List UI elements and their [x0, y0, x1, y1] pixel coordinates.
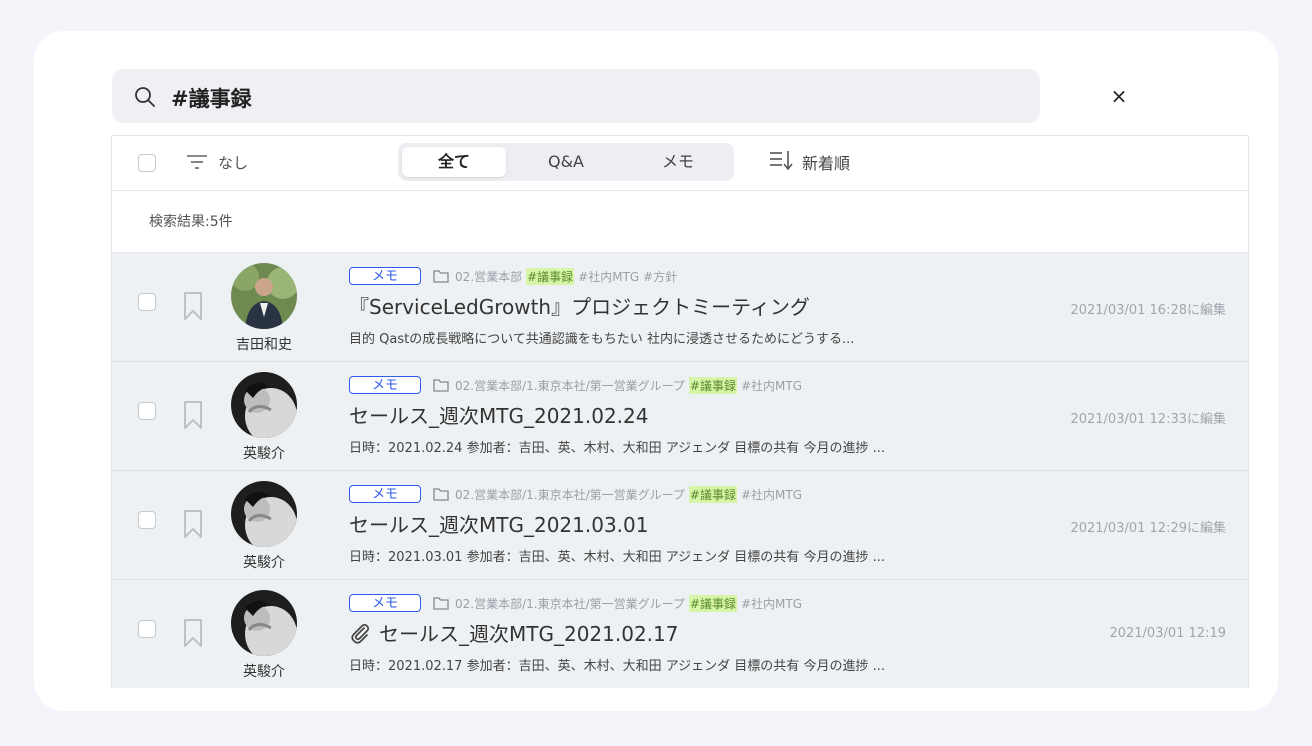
sort-order-label[interactable]: 新着順 — [802, 150, 850, 174]
item-title[interactable]: セールス_週次MTG_2021.02.24 — [349, 400, 648, 429]
tags[interactable]: #社内MTG — [741, 595, 802, 612]
folder-icon — [433, 597, 449, 610]
item-title[interactable]: セールス_週次MTG_2021.02.17 — [349, 618, 678, 647]
author-name: 英駿介 — [243, 664, 285, 680]
folder-icon — [433, 488, 449, 501]
search-bar[interactable]: #議事録 × — [112, 69, 1127, 123]
edited-date: 2021/03/01 12:29に編集 — [1070, 521, 1226, 536]
results-toolbar: なし 全て Q&A メモ 新着順 — [112, 136, 1248, 191]
row-checkbox[interactable] — [138, 511, 156, 529]
tab-memo[interactable]: メモ — [626, 147, 730, 177]
folder-icon — [433, 379, 449, 392]
item-excerpt: 日時：2021.03.01 参加者：吉田、英、木村、大和田 アジェンダ 目標の共… — [349, 550, 885, 565]
item-meta: メモ 02.営業本部 #議事録 #社内MTG #方針 — [349, 266, 677, 286]
select-all-checkbox[interactable] — [138, 154, 156, 172]
attachment-icon — [351, 623, 370, 644]
item-title[interactable]: セールス_週次MTG_2021.03.01 — [349, 509, 648, 538]
edited-date: 2021/03/01 12:19 — [1109, 626, 1226, 641]
item-excerpt: 目的 Qastの成長戦略について共通認識をもちたい 社内に浸透させるためにどうす… — [349, 332, 855, 347]
avatar — [231, 481, 297, 547]
filter-icon[interactable] — [185, 152, 209, 172]
item-title-text[interactable]: セールス_週次MTG_2021.02.17 — [379, 618, 678, 647]
folder-path[interactable]: 02.営業本部 — [455, 268, 522, 285]
author-name: 吉田和史 — [236, 337, 292, 353]
search-input[interactable]: #議事録 — [171, 83, 252, 113]
search-icon — [135, 87, 155, 107]
result-row[interactable]: 英駿介 メモ 02.営業本部/1.東京本社/第一営業グループ #議事録 #社内M… — [112, 580, 1248, 688]
results-panel: なし 全て Q&A メモ 新着順 検索結果:5件 吉田和史 メモ 02.営業本部… — [111, 135, 1249, 688]
item-meta: メモ 02.営業本部/1.東京本社/第一営業グループ #議事録 #社内MTG — [349, 593, 802, 613]
tab-qa[interactable]: Q&A — [514, 147, 618, 177]
bookmark-icon[interactable] — [182, 400, 204, 430]
result-row[interactable]: 吉田和史 メモ 02.営業本部 #議事録 #社内MTG #方針 『Service… — [112, 253, 1248, 362]
tags[interactable]: #社内MTG — [741, 486, 802, 503]
bookmark-icon[interactable] — [182, 509, 204, 539]
avatar — [231, 372, 297, 438]
folder-path[interactable]: 02.営業本部/1.東京本社/第一営業グループ — [455, 595, 685, 612]
avatar — [231, 590, 297, 656]
edited-date: 2021/03/01 16:28に編集 — [1070, 303, 1226, 318]
author-name: 英駿介 — [243, 446, 285, 462]
result-row[interactable]: 英駿介 メモ 02.営業本部/1.東京本社/第一営業グループ #議事録 #社内M… — [112, 471, 1248, 580]
item-title[interactable]: 『ServiceLedGrowth』プロジェクトミーティング — [349, 291, 810, 320]
highlighted-tag[interactable]: #議事録 — [526, 267, 575, 285]
result-count-row: 検索結果:5件 — [112, 191, 1248, 253]
item-title-text[interactable]: セールス_週次MTG_2021.02.24 — [349, 400, 648, 429]
type-badge: メモ — [349, 376, 421, 394]
row-checkbox[interactable] — [138, 293, 156, 311]
bookmark-icon[interactable] — [182, 618, 204, 648]
edited-date: 2021/03/01 12:33に編集 — [1070, 412, 1226, 427]
folder-path[interactable]: 02.営業本部/1.東京本社/第一営業グループ — [455, 377, 685, 394]
item-title-text[interactable]: セールス_週次MTG_2021.03.01 — [349, 509, 648, 538]
sort-icon[interactable] — [768, 148, 794, 172]
type-segmented-control: 全て Q&A メモ — [398, 143, 734, 181]
item-meta: メモ 02.営業本部/1.東京本社/第一営業グループ #議事録 #社内MTG — [349, 375, 802, 395]
highlighted-tag[interactable]: #議事録 — [688, 376, 737, 394]
type-badge: メモ — [349, 267, 421, 285]
row-checkbox[interactable] — [138, 620, 156, 638]
result-row[interactable]: 英駿介 メモ 02.営業本部/1.東京本社/第一営業グループ #議事録 #社内M… — [112, 362, 1248, 471]
item-title-text[interactable]: 『ServiceLedGrowth』プロジェクトミーティング — [349, 291, 810, 320]
row-checkbox[interactable] — [138, 402, 156, 420]
result-count: 検索結果:5件 — [149, 214, 233, 230]
avatar — [231, 263, 297, 329]
type-badge: メモ — [349, 594, 421, 612]
tags[interactable]: #社内MTG — [741, 377, 802, 394]
bookmark-icon[interactable] — [182, 291, 204, 321]
folder-icon — [433, 270, 449, 283]
tab-all[interactable]: 全て — [402, 147, 506, 177]
filter-label[interactable]: なし — [218, 152, 248, 173]
item-meta: メモ 02.営業本部/1.東京本社/第一営業グループ #議事録 #社内MTG — [349, 484, 802, 504]
author-name: 英駿介 — [243, 555, 285, 571]
clear-search-button[interactable]: × — [1107, 69, 1131, 123]
type-badge: メモ — [349, 485, 421, 503]
item-excerpt: 日時：2021.02.24 参加者：吉田、英、木村、大和田 アジェンダ 目標の共… — [349, 441, 885, 456]
highlighted-tag[interactable]: #議事録 — [688, 594, 737, 612]
folder-path[interactable]: 02.営業本部/1.東京本社/第一営業グループ — [455, 486, 685, 503]
tags[interactable]: #社内MTG #方針 — [578, 268, 677, 285]
item-excerpt: 日時：2021.02.17 参加者：吉田、英、木村、大和田 アジェンダ 目標の共… — [349, 659, 885, 674]
highlighted-tag[interactable]: #議事録 — [688, 485, 737, 503]
